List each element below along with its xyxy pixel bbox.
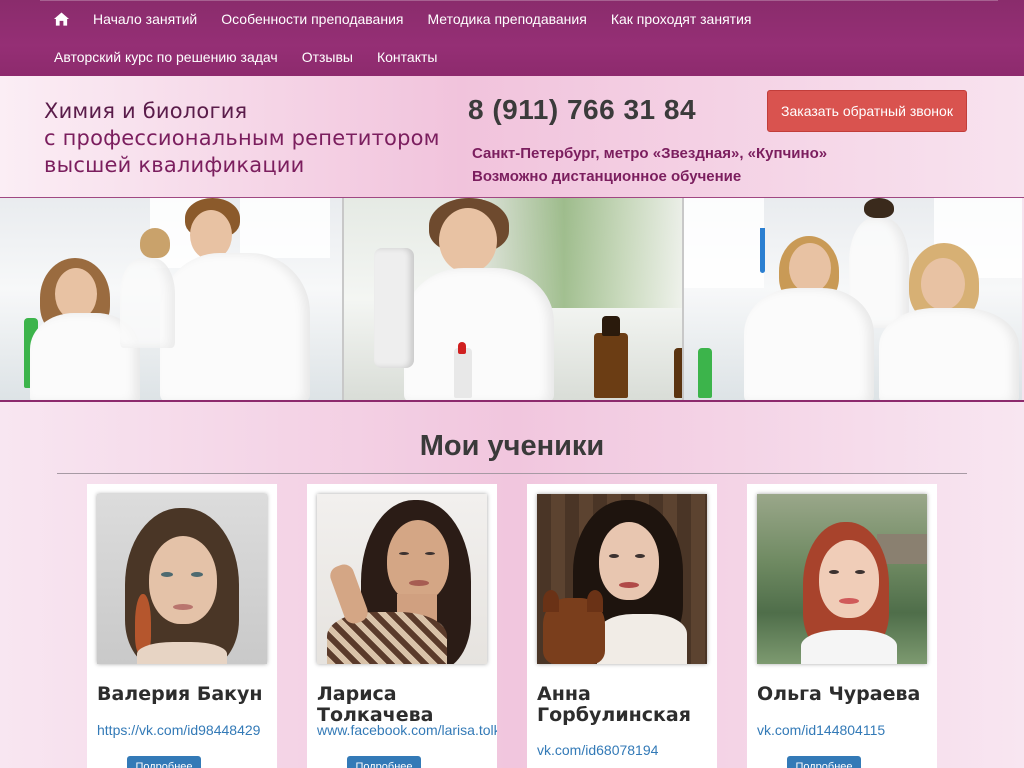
student-photo[interactable]: [537, 494, 707, 664]
student-photo[interactable]: [97, 494, 267, 664]
nav-item-start[interactable]: Начало занятий: [81, 0, 209, 38]
logo-line-3: высшей квалификации: [44, 153, 305, 177]
student-card: Анна Горбулинская vk.com/id68078194: [527, 484, 717, 768]
nav-item-features[interactable]: Особенности преподавания: [209, 0, 415, 38]
student-name: Анна Горбулинская: [537, 683, 691, 726]
nav-item-author-course[interactable]: Авторский курс по решению задач: [42, 38, 290, 76]
section-divider: [57, 473, 967, 474]
student-profile-link[interactable]: vk.com/id144804115: [757, 722, 885, 738]
location-city: Санкт-Петербург, метро «Звездная», «Купч…: [472, 145, 828, 162]
home-icon[interactable]: [0, 0, 81, 38]
phone-number[interactable]: 8 (911) 766 31 84: [468, 94, 696, 126]
student-profile-link[interactable]: www.facebook.com/larisa.tolkacheva: [317, 722, 497, 738]
nav-item-contacts[interactable]: Контакты: [365, 38, 449, 76]
student-card: Ольга Чураева vk.com/id144804115 Подробн…: [747, 484, 937, 768]
location-info: Санкт-Петербург, метро «Звездная», «Купч…: [472, 142, 827, 188]
student-photo[interactable]: [757, 494, 927, 664]
student-card: Лариса Толкачева www.facebook.com/larisa…: [307, 484, 497, 768]
student-name: Валерия Бакун: [97, 683, 263, 705]
site-header: Химия и биология с профессиональным репе…: [0, 76, 1024, 198]
main-navbar: Начало занятий Особенности преподавания …: [0, 0, 1024, 76]
nav-item-methodology[interactable]: Методика преподавания: [415, 0, 598, 38]
student-profile-link[interactable]: vk.com/id68078194: [537, 742, 658, 758]
nav-row-2: Авторский курс по решению задач Отзывы К…: [0, 38, 449, 76]
student-profile-link[interactable]: https://vk.com/id98448429: [97, 722, 260, 738]
student-card: Валерия Бакун https://vk.com/id98448429 …: [87, 484, 277, 768]
student-photo[interactable]: [317, 494, 487, 664]
logo-line-1: Химия и биология: [44, 99, 248, 123]
more-button[interactable]: Подробнее: [347, 756, 421, 768]
more-button[interactable]: Подробнее: [127, 756, 201, 768]
banner-photo-microscope: [342, 198, 684, 400]
nav-row-1: Начало занятий Особенности преподавания …: [0, 0, 763, 38]
logo-line-2: с профессиональным репетитором: [44, 126, 440, 150]
nav-item-reviews[interactable]: Отзывы: [290, 38, 365, 76]
section-title: Мои ученики: [419, 430, 605, 462]
banner-photo-lab-students: [0, 198, 342, 400]
location-remote: Возможно дистанционное обучение: [472, 168, 742, 185]
student-name: Лариса Толкачева: [317, 683, 434, 726]
callback-button[interactable]: Заказать обратный звонок: [767, 90, 967, 132]
students-section: Мои ученики Валерия Бакун https://vk.com…: [0, 402, 1024, 768]
nav-item-lessons[interactable]: Как проходят занятия: [599, 0, 764, 38]
banner-photo-lab-team: [684, 198, 1022, 400]
more-button[interactable]: Подробнее: [787, 756, 861, 768]
hero-banner: [0, 198, 1024, 402]
home-icon-glyph: [54, 12, 69, 26]
student-name: Ольга Чураева: [757, 683, 921, 705]
site-logo[interactable]: Химия и биология с профессиональным репе…: [44, 98, 440, 179]
